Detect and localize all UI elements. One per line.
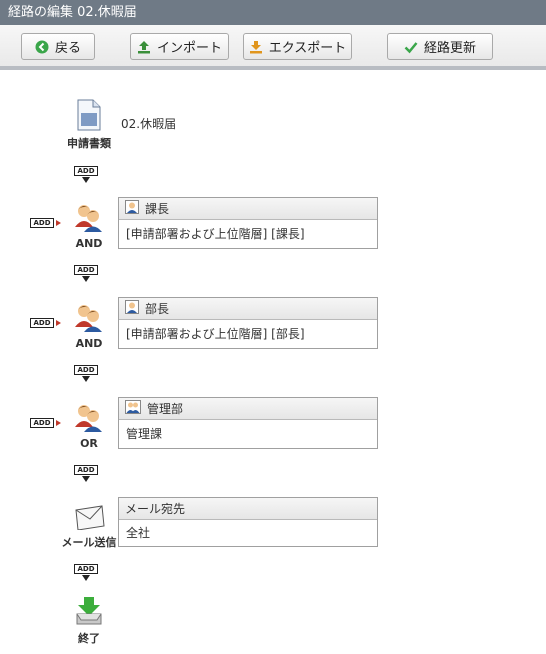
back-button-label: 戻る [54, 41, 81, 56]
mail-node-label: メール送信 [61, 536, 117, 549]
tray-arrow-icon [75, 596, 103, 629]
people-icon [73, 401, 105, 436]
back-button[interactable]: 戻る [21, 33, 95, 60]
people-icon [73, 301, 105, 336]
end-node: 終了 [66, 596, 112, 646]
approver-condition: [申請部署および上位階層] [課長] [126, 227, 305, 241]
update-route-button[interactable]: 経路更新 [387, 33, 493, 60]
approver-node[interactable]: AND [66, 201, 112, 250]
mail-recipient-header: メール宛先 [125, 502, 186, 516]
document-icon [76, 99, 102, 134]
add-parallel-button[interactable]: ADD [30, 418, 62, 428]
approval-type-label: AND [75, 237, 103, 250]
document-node-label: 申請書類 [67, 137, 111, 150]
approver-panel[interactable]: 部長 [申請部署および上位階層] [部長] [118, 297, 378, 349]
add-parallel-button[interactable]: ADD [30, 318, 62, 328]
approver-header: 部長 [145, 302, 170, 316]
window-title: 経路の編集 02.休暇届 [0, 0, 546, 25]
checkmark-icon [404, 40, 418, 54]
import-button-label: インポート [156, 41, 222, 56]
download-icon [249, 40, 263, 54]
import-button[interactable]: インポート [130, 33, 229, 60]
person-icon [125, 200, 139, 217]
export-button[interactable]: エクスポート [243, 33, 352, 60]
update-route-button-label: 経路更新 [423, 41, 476, 56]
people-icon [73, 201, 105, 236]
circle-arrow-left-icon [35, 40, 49, 54]
mail-node[interactable]: メール送信 [60, 502, 118, 550]
add-step-button[interactable]: ADD [74, 265, 98, 283]
export-button-label: エクスポート [268, 41, 347, 56]
group-icon [125, 400, 141, 417]
approver-node[interactable]: AND [66, 301, 112, 350]
end-node-label: 終了 [78, 632, 100, 645]
approver-header: 課長 [145, 202, 170, 216]
approver-panel[interactable]: 課長 [申請部署および上位階層] [課長] [118, 197, 378, 249]
add-step-button[interactable]: ADD [74, 465, 98, 483]
envelope-icon [72, 502, 106, 533]
approver-node[interactable]: OR [66, 401, 112, 450]
approver-condition: [申請部署および上位階層] [部長] [126, 327, 305, 341]
approver-condition: 管理課 [126, 427, 163, 441]
approver-header: 管理部 [147, 402, 184, 416]
mail-recipient-value: 全社 [126, 526, 151, 540]
add-step-button[interactable]: ADD [74, 564, 98, 582]
approval-type-label: OR [80, 437, 98, 450]
document-title: 02.休暇届 [121, 117, 177, 131]
add-step-button[interactable]: ADD [74, 365, 98, 383]
toolbar: 戻る インポート エクスポート 経路更新 [0, 25, 546, 70]
approver-panel[interactable]: 管理部 管理課 [118, 397, 378, 449]
person-icon [125, 300, 139, 317]
add-step-button[interactable]: ADD [74, 166, 98, 184]
document-node[interactable]: 申請書類 [62, 99, 116, 151]
approval-type-label: AND [75, 337, 103, 350]
upload-icon [137, 40, 151, 54]
mail-recipient-panel[interactable]: メール宛先 全社 [118, 497, 378, 547]
add-parallel-button[interactable]: ADD [30, 218, 62, 228]
